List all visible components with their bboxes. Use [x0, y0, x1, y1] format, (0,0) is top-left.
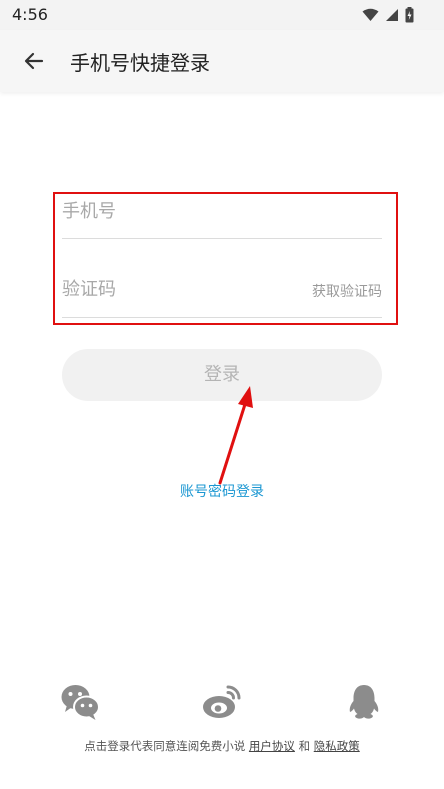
agreement-prefix: 点击登录代表同意连阅免费小说 [84, 739, 246, 753]
wechat-login-icon[interactable] [60, 682, 100, 722]
signal-icon [386, 9, 398, 21]
verification-code-field: 获取验证码 [62, 272, 382, 318]
annotation-arrow-icon [218, 386, 253, 485]
status-time: 4:56 [12, 5, 48, 24]
qq-login-icon[interactable] [344, 682, 384, 722]
get-code-button[interactable]: 获取验证码 [312, 281, 382, 301]
status-icons [362, 7, 414, 23]
battery-icon [405, 7, 414, 23]
back-arrow-icon[interactable] [22, 49, 46, 73]
account-password-login-link[interactable]: 账号密码登录 [0, 481, 444, 501]
agreement-text: 点击登录代表同意连阅免费小说 用户协议 和 隐私政策 [0, 738, 444, 754]
page-title: 手机号快捷登录 [70, 51, 210, 75]
verification-code-input[interactable] [62, 274, 282, 304]
status-bar: 4:56 [0, 0, 444, 30]
agreement-and: 和 [298, 739, 311, 753]
phone-input[interactable] [62, 196, 282, 226]
header-bar: 手机号快捷登录 [0, 30, 444, 92]
privacy-policy-link[interactable]: 隐私政策 [314, 739, 360, 753]
user-agreement-link[interactable]: 用户协议 [249, 739, 295, 753]
wifi-icon [362, 8, 379, 21]
phone-field [62, 194, 382, 239]
weibo-login-icon[interactable] [202, 682, 242, 722]
